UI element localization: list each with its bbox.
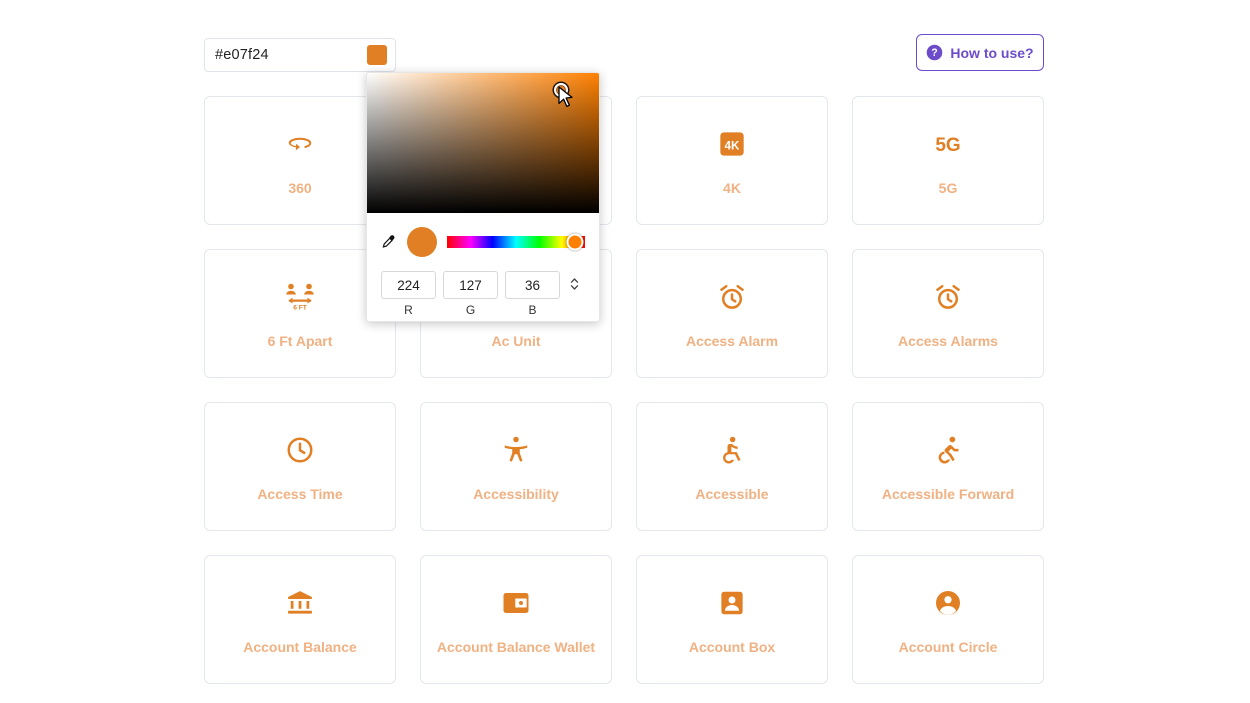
- icon-card-accessible-forward[interactable]: Accessible Forward: [852, 402, 1044, 531]
- color-hex-value: #e07f24: [215, 47, 269, 63]
- rgb-inputs-row: 224 127 36: [381, 271, 585, 299]
- icon-card-access-alarms[interactable]: Access Alarms: [852, 249, 1044, 378]
- blue-channel-label: B: [528, 303, 537, 317]
- color-swatch[interactable]: [367, 45, 387, 65]
- svg-text:6 FT: 6 FT: [293, 304, 307, 311]
- accessibility-person-icon: [501, 433, 531, 467]
- rgb-labels-row: R G B: [381, 303, 585, 317]
- icon-card-label: 4K: [723, 179, 741, 196]
- icon-card-access-time[interactable]: Access Time: [204, 402, 396, 531]
- icon-card-account-circle[interactable]: Account Circle: [852, 555, 1044, 684]
- icon-grid: 360 Ac Unit 4K 4K: [204, 96, 1044, 684]
- color-picker-popover[interactable]: 224 127 36 R G B: [366, 72, 600, 322]
- up-down-chevron-icon[interactable]: [567, 277, 581, 293]
- how-to-use-button[interactable]: ? How to use?: [916, 34, 1044, 71]
- color-picker-top-row: [381, 223, 585, 261]
- svg-text:5G: 5G: [935, 135, 960, 156]
- wallet-icon: [501, 586, 531, 620]
- page-root: #e07f24 ? How to use? 360 4K 4K 5G 5G 6 …: [0, 0, 1250, 703]
- red-channel-input[interactable]: 224: [381, 271, 436, 299]
- svg-text:?: ?: [932, 47, 938, 59]
- icon-card-label: Account Balance: [243, 638, 357, 655]
- alarm-clock-icon: [717, 280, 747, 314]
- rotate-360-icon: [285, 127, 315, 161]
- icon-card-label: Accessibility: [473, 485, 559, 502]
- alarm-clock-icon: [933, 280, 963, 314]
- icon-card-label: Ac Unit: [491, 332, 541, 349]
- green-channel-label: G: [465, 303, 476, 317]
- account-box-icon: [717, 586, 747, 620]
- icon-card-label: 360: [288, 179, 312, 196]
- clock-icon: [285, 433, 315, 467]
- hue-slider[interactable]: [447, 233, 585, 251]
- color-picker-controls: 224 127 36 R G B: [367, 213, 599, 317]
- 5g-icon: 5G: [931, 127, 965, 161]
- icon-card-label: Accessible: [695, 485, 769, 502]
- hue-gradient-bar: [447, 236, 585, 248]
- icon-card-label: Accessible Forward: [881, 485, 1015, 502]
- red-channel-label: R: [404, 303, 413, 317]
- help-circle-icon: ?: [926, 44, 943, 61]
- icon-card-accessibility[interactable]: Accessibility: [420, 402, 612, 531]
- icon-card-label: Access Alarm: [685, 332, 779, 349]
- icon-card-4k[interactable]: 4K 4K: [636, 96, 828, 225]
- icon-card-label: 6 Ft Apart: [267, 332, 333, 349]
- icon-card-label: 5G: [938, 179, 958, 196]
- icon-card-label: Account Balance Wallet: [436, 638, 596, 655]
- icon-card-label: Access Time: [257, 485, 343, 502]
- wheelchair-icon: [717, 433, 747, 467]
- icon-card-label: Account Circle: [898, 638, 998, 655]
- icon-card-5g[interactable]: 5G 5G: [852, 96, 1044, 225]
- saturation-value-area[interactable]: [367, 73, 599, 213]
- bank-building-icon: [285, 586, 315, 620]
- icon-card-account-box[interactable]: Account Box: [636, 555, 828, 684]
- account-circle-icon: [933, 586, 963, 620]
- icon-card-account-balance[interactable]: Account Balance: [204, 555, 396, 684]
- icon-card-accessible[interactable]: Accessible: [636, 402, 828, 531]
- icon-card-label: Access Alarms: [898, 332, 998, 349]
- blue-channel-input[interactable]: 36: [505, 271, 560, 299]
- color-hex-input[interactable]: #e07f24: [204, 38, 396, 72]
- svg-text:4K: 4K: [725, 139, 740, 152]
- 4k-badge-icon: 4K: [718, 127, 746, 161]
- how-to-use-label: How to use?: [950, 44, 1034, 61]
- hue-slider-thumb[interactable]: [566, 233, 584, 251]
- saturation-cursor-handle[interactable]: [554, 82, 569, 97]
- eyedropper-icon[interactable]: [381, 233, 397, 251]
- six-feet-apart-icon: 6 FT: [283, 280, 317, 314]
- icon-card-access-alarm[interactable]: Access Alarm: [636, 249, 828, 378]
- green-channel-input[interactable]: 127: [443, 271, 498, 299]
- icon-card-account-balance-wallet[interactable]: Account Balance Wallet: [420, 555, 612, 684]
- wheelchair-forward-icon: [933, 433, 963, 467]
- icon-card-label: Account Box: [688, 638, 776, 655]
- color-preview-swatch: [407, 227, 437, 257]
